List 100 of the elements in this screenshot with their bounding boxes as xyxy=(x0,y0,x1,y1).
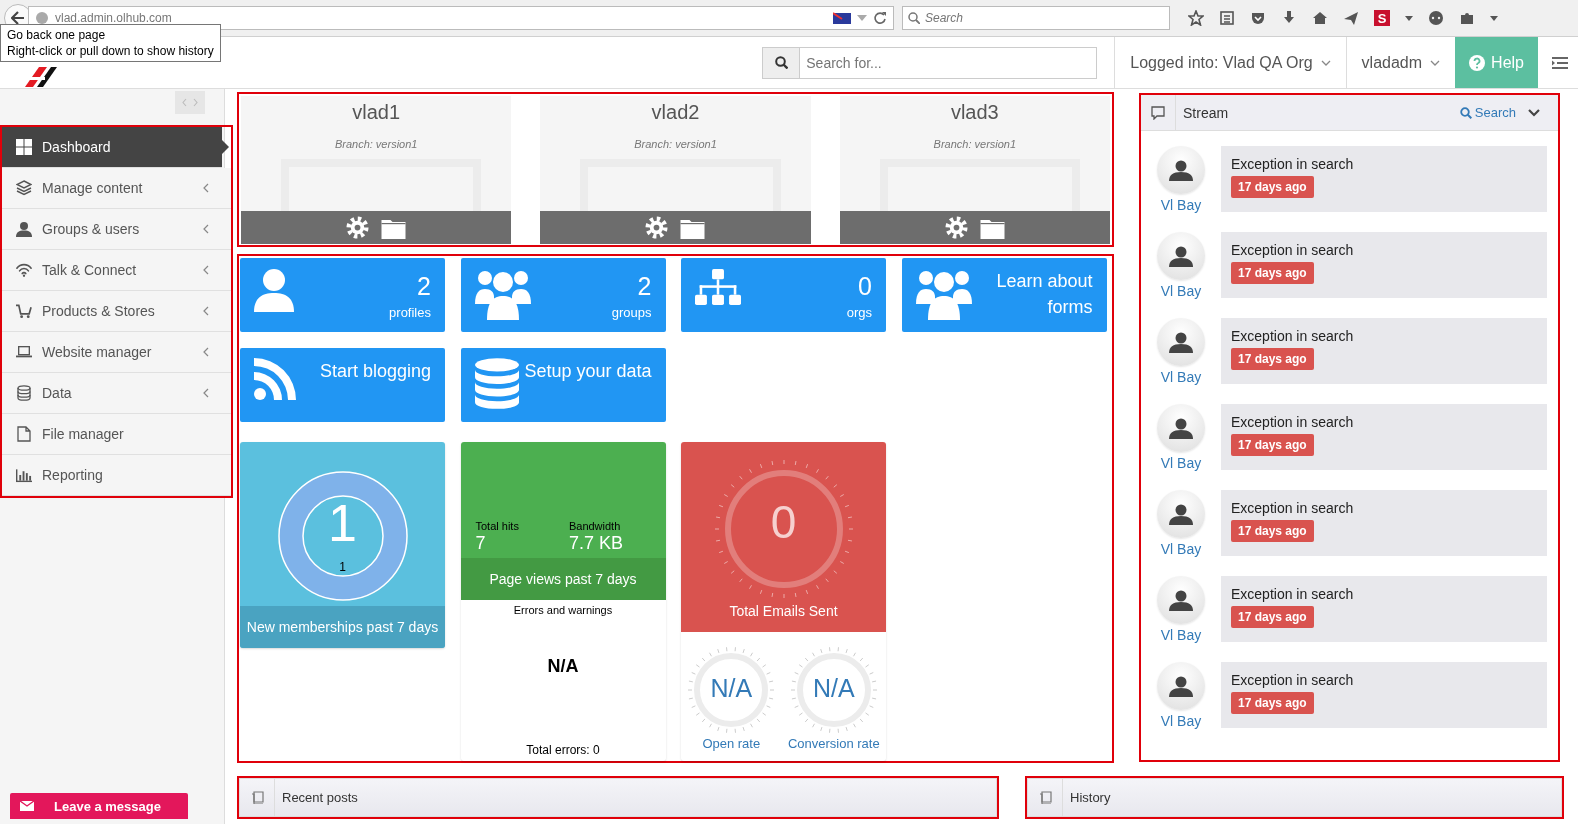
person-icon xyxy=(1169,245,1193,267)
site-name: vlad3 xyxy=(950,101,999,124)
stat-value: 7 xyxy=(475,533,487,554)
time-badge: 17 days ago xyxy=(1231,606,1314,628)
chevron-down-icon xyxy=(1430,59,1441,66)
url-bar[interactable]: vlad.admin.olhub.com xyxy=(28,6,894,30)
caret-down-icon[interactable] xyxy=(1405,15,1413,21)
time-badge: 17 days ago xyxy=(1231,692,1314,714)
search-icon xyxy=(774,56,788,69)
chevron-down-icon[interactable] xyxy=(1528,108,1540,117)
tooltip-text: Right-click or pull down to show history xyxy=(7,43,214,59)
help-icon xyxy=(1469,54,1486,71)
rate-label: Open rate xyxy=(702,736,761,751)
tile-label: profiles xyxy=(389,305,431,320)
arrow-left-icon xyxy=(11,11,25,25)
stream-text: Exception in search xyxy=(1231,672,1354,688)
person-icon xyxy=(1169,503,1193,525)
tile-label: groups xyxy=(611,305,652,320)
addon-button[interactable]: S xyxy=(1374,10,1390,26)
org-dropdown[interactable]: Logged into: Vlad QA Org xyxy=(1114,37,1346,88)
memberships-caption: New memberships past 7 days xyxy=(240,606,445,648)
user-link[interactable]: Vl Bay xyxy=(1160,283,1202,299)
wifi-icon xyxy=(16,262,32,278)
tile-count: 0 xyxy=(858,272,872,301)
person-icon xyxy=(1169,159,1193,181)
user-link[interactable]: Vl Bay xyxy=(1160,541,1202,557)
caret-down-icon[interactable] xyxy=(1490,15,1498,21)
tile-count: 2 xyxy=(637,272,652,301)
stat-tile[interactable]: 2 groups xyxy=(460,258,666,332)
shield-icon[interactable] xyxy=(1250,10,1266,26)
gear-icon[interactable] xyxy=(645,216,669,239)
sidebar-toggle[interactable] xyxy=(175,91,205,114)
gear-icon[interactable] xyxy=(944,216,968,239)
search-button[interactable] xyxy=(762,46,801,79)
speech-bubble-icon xyxy=(1151,105,1165,120)
url-text: vlad.admin.olhub.com xyxy=(55,11,173,25)
tile-count: 2 xyxy=(417,272,431,301)
menu-icon[interactable] xyxy=(1552,56,1568,69)
action-tile[interactable]: Start blogging xyxy=(240,348,445,422)
tile-text: Start blogging xyxy=(319,360,431,383)
action-tile[interactable]: Learn about forms xyxy=(901,258,1107,332)
puzzle-icon[interactable] xyxy=(1459,10,1475,26)
logo-icon[interactable] xyxy=(25,67,57,89)
gear-icon[interactable] xyxy=(346,216,370,239)
chevron-right-icon xyxy=(193,98,198,107)
person-icon xyxy=(16,221,32,237)
user-link[interactable]: Vl Bay xyxy=(1160,197,1202,213)
errors-total: Total errors: 0 xyxy=(525,743,601,757)
user-link[interactable]: Vl Bay xyxy=(1160,455,1202,471)
envelope-icon xyxy=(20,801,34,811)
sidebar-item[interactable]: Reporting xyxy=(2,455,231,496)
browser-search-field[interactable]: Search xyxy=(902,6,1170,30)
panel-title: Recent posts xyxy=(282,790,358,805)
chat-icon[interactable] xyxy=(1428,10,1444,26)
person-icon xyxy=(1169,417,1193,439)
database-icon xyxy=(474,358,519,410)
stream-search-button[interactable]: Search xyxy=(1459,105,1516,120)
time-badge: 17 days ago xyxy=(1231,434,1314,456)
user-link[interactable]: Vl Bay xyxy=(1160,713,1202,729)
reload-icon[interactable] xyxy=(873,11,887,25)
file-icon xyxy=(16,426,32,442)
note-icon xyxy=(1038,791,1052,804)
sidebar-item[interactable]: Groups & users xyxy=(2,209,231,250)
list-icon[interactable] xyxy=(1219,10,1235,26)
ring-value: 1 xyxy=(338,560,347,574)
send-icon[interactable] xyxy=(1343,10,1359,26)
rate-value: N/A xyxy=(811,674,856,703)
sidebar-item[interactable]: Manage content xyxy=(2,168,231,209)
note-icon xyxy=(250,791,264,804)
membership-count: 1 xyxy=(327,493,358,553)
branch-label: Branch: version1 xyxy=(634,138,717,150)
star-icon[interactable] xyxy=(1188,10,1204,26)
stat-tile[interactable]: 0 orgs xyxy=(681,258,886,332)
time-badge: 17 days ago xyxy=(1231,520,1314,542)
emails-caption: Total Emails Sent xyxy=(729,603,838,619)
layers-icon xyxy=(16,180,32,196)
panel-title: History xyxy=(1070,790,1111,805)
sidebar-item[interactable]: File manager xyxy=(2,414,231,455)
sidebar-item[interactable]: Website manager xyxy=(2,332,231,373)
grid-icon xyxy=(16,139,32,155)
errors-value: N/A xyxy=(546,656,580,677)
stream-text: Exception in search xyxy=(1231,586,1354,602)
home-icon[interactable] xyxy=(1312,10,1328,26)
action-tile[interactable]: Setup your data xyxy=(460,348,666,422)
page-views-caption: Page views past 7 days xyxy=(460,558,666,600)
search-field[interactable]: Search for... xyxy=(800,46,1098,79)
stat-value: 7.7 KB xyxy=(568,533,623,554)
sidebar-item[interactable]: Products & Stores xyxy=(2,291,231,332)
stream-title: Stream xyxy=(1183,104,1230,121)
branch-label: Branch: version1 xyxy=(933,138,1017,150)
database-icon xyxy=(16,385,32,401)
site-name: vlad2 xyxy=(651,101,700,124)
user-link[interactable]: Vl Bay xyxy=(1160,627,1202,643)
leave-message-button[interactable]: Leave a message xyxy=(10,793,188,819)
user-link[interactable]: Vl Bay xyxy=(1160,369,1202,385)
sidebar-item[interactable]: Talk & Connect xyxy=(2,250,231,291)
tile-text: Setup your data xyxy=(524,360,652,383)
flag-icon[interactable] xyxy=(833,11,851,25)
sidebar-item[interactable]: Data xyxy=(2,373,231,414)
stat-tile[interactable]: 2 profiles xyxy=(240,258,445,332)
